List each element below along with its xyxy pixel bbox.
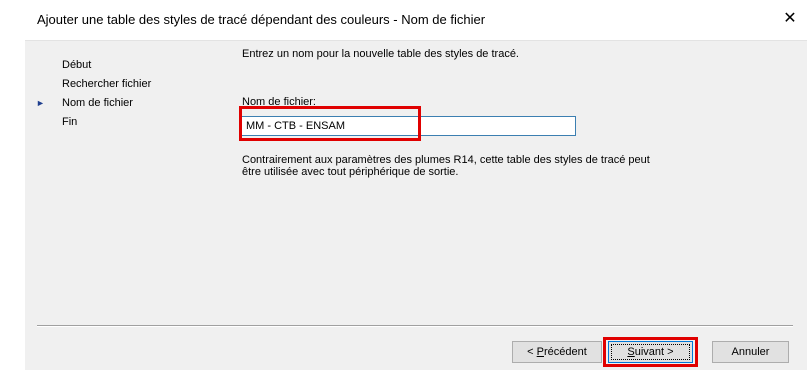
step-label: Rechercher fichier <box>62 78 152 90</box>
footer-separator-highlight <box>37 326 793 327</box>
previous-mnemonic: P <box>536 346 544 358</box>
step-debut: Début <box>36 56 151 75</box>
filename-highlight-box <box>239 106 421 141</box>
previous-prefix: < <box>527 346 537 358</box>
previous-label-rest: récédent <box>544 346 587 358</box>
dialog-window: Ajouter une table des styles de tracé dé… <box>25 0 807 370</box>
step-label: Nom de fichier <box>62 97 133 109</box>
note-text: Contrairement aux paramètres des plumes … <box>242 154 762 178</box>
step-fin: Fin <box>36 113 151 132</box>
note-line-2: être utilisée avec tout périphérique de … <box>242 166 459 178</box>
cancel-button[interactable]: Annuler <box>712 341 789 363</box>
title-bar: Ajouter une table des styles de tracé dé… <box>25 0 807 40</box>
next-highlight-box <box>603 337 698 367</box>
current-step-arrow-icon: ► <box>36 98 45 108</box>
dialog-title: Ajouter une table des styles de tracé dé… <box>37 12 486 27</box>
step-rechercher-fichier: Rechercher fichier <box>36 75 151 94</box>
close-icon[interactable]: ✕ <box>779 8 801 30</box>
step-label: Début <box>62 59 92 71</box>
step-label: Fin <box>62 116 78 128</box>
wizard-steps: Début Rechercher fichier ► Nom de fichie… <box>36 56 151 132</box>
step-nom-de-fichier: ► Nom de fichier <box>36 94 151 113</box>
instruction-text: Entrez un nom pour la nouvelle table des… <box>242 48 519 60</box>
previous-button[interactable]: < Précédent <box>512 341 602 363</box>
title-divider <box>25 40 807 41</box>
note-line-1: Contrairement aux paramètres des plumes … <box>242 154 650 166</box>
